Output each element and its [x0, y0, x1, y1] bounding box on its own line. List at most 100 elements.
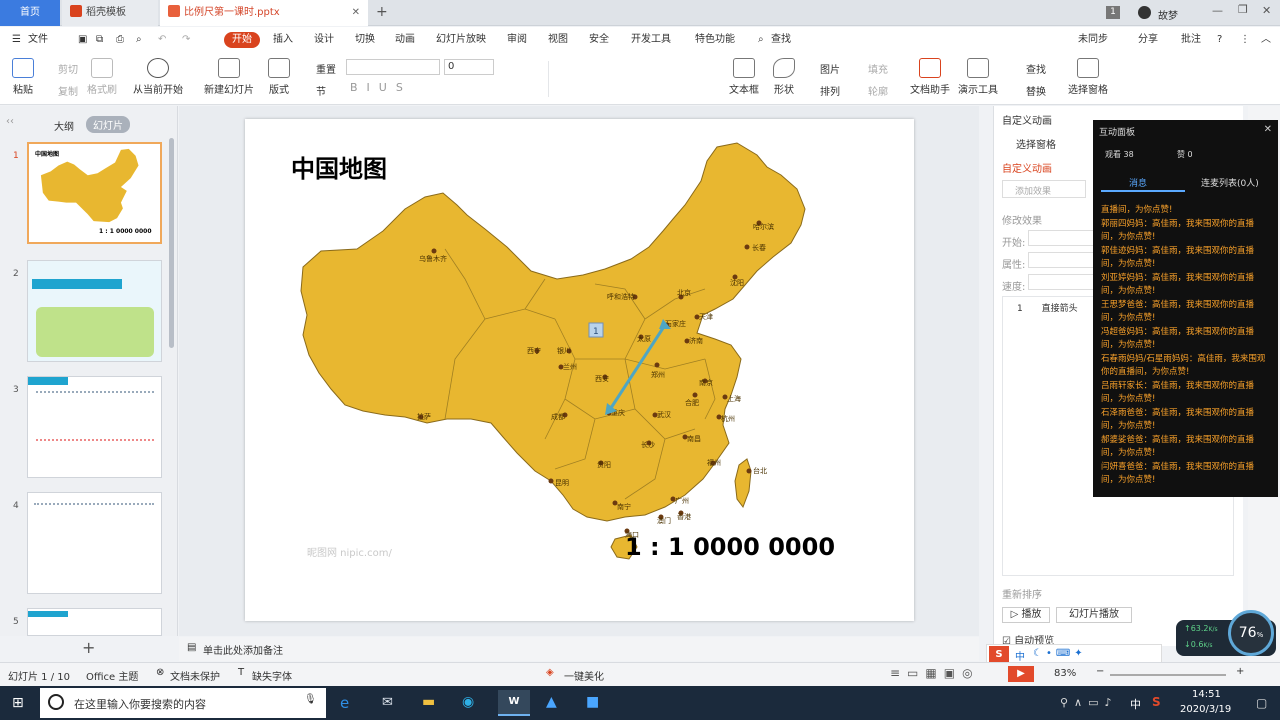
font-size-select[interactable]: 0: [444, 59, 494, 75]
feishu-icon[interactable]: ▲: [546, 694, 557, 710]
tab-document[interactable]: 比例尺第一课时.pptx ✕: [160, 0, 368, 26]
explorer-icon[interactable]: ▬: [422, 694, 435, 710]
shape-button[interactable]: 形状: [769, 58, 799, 96]
reset-button[interactable]: 重置: [316, 61, 336, 76]
view-buttons[interactable]: ≡▭▦▣◎: [890, 666, 980, 680]
doc-helper-button[interactable]: 文档助手: [908, 58, 952, 96]
browser-icon[interactable]: ◉: [462, 694, 474, 710]
menu-item-transition[interactable]: 切换: [355, 32, 375, 48]
sync-status[interactable]: 未同步: [1078, 32, 1108, 48]
play-slideshow-button[interactable]: ▶: [1008, 666, 1034, 682]
zoom-slider[interactable]: [1110, 674, 1226, 676]
search-icon[interactable]: ⌕: [758, 32, 764, 48]
user-name[interactable]: 故梦: [1158, 7, 1178, 22]
replace-button[interactable]: 替换: [1026, 83, 1046, 98]
taskbar-search-box[interactable]: 在这里输入你要搜索的内容 🎙: [40, 688, 326, 718]
add-effect-button[interactable]: 添加效果: [1002, 180, 1086, 198]
cut-button[interactable]: 剪切: [58, 61, 78, 76]
layout-button[interactable]: 版式: [264, 58, 294, 96]
arrange-button[interactable]: 排列: [820, 83, 840, 98]
protect-status[interactable]: 文档未保护: [170, 668, 220, 683]
share-button[interactable]: 分享: [1138, 32, 1158, 48]
zoom-out-icon[interactable]: −: [1096, 666, 1104, 677]
speed-select[interactable]: [1028, 274, 1098, 290]
slide-thumbnail-2[interactable]: [27, 260, 162, 362]
tab-messages[interactable]: 消息: [1129, 176, 1147, 189]
present-tool-button[interactable]: 演示工具: [956, 58, 1000, 96]
menu-item-view[interactable]: 视图: [548, 32, 568, 48]
app-icon[interactable]: ■: [586, 694, 599, 710]
collapse-ribbon-icon[interactable]: ︿: [1261, 32, 1271, 48]
edge-icon[interactable]: e: [340, 694, 349, 712]
help-icon[interactable]: ?: [1217, 32, 1222, 48]
tray-ime[interactable]: 中: [1130, 696, 1141, 712]
menu-item-security[interactable]: 安全: [589, 32, 609, 48]
save-icon[interactable]: ▣: [78, 32, 87, 48]
export-icon[interactable]: ⧉: [96, 32, 103, 48]
restore-icon[interactable]: ❐: [1238, 3, 1248, 16]
zoom-in-icon[interactable]: +: [1236, 666, 1244, 677]
windows-start-icon[interactable]: ⊞: [12, 695, 24, 711]
paste-button[interactable]: 粘贴: [8, 58, 38, 96]
play-from-current-button[interactable]: 从当前开始: [128, 58, 188, 96]
slide-canvas[interactable]: 中国地图 乌鲁木齐 哈尔滨 长春 沈阳 呼和浩特 北京 天津 石家庄 太原 济南…: [245, 119, 914, 621]
selection-pane-button[interactable]: 选择窗格: [1064, 58, 1112, 96]
play-button[interactable]: ▷ 播放: [1002, 607, 1050, 623]
menu-item-design[interactable]: 设计: [314, 32, 334, 48]
redo-icon[interactable]: ↷: [182, 32, 190, 48]
scale-label[interactable]: 1 : 1 0000 0000: [625, 533, 835, 561]
new-slide-button[interactable]: 新建幻灯片: [198, 58, 260, 96]
print-icon[interactable]: ⎙: [116, 32, 124, 48]
clock-time[interactable]: 14:51: [1192, 689, 1221, 700]
section-button[interactable]: 节: [316, 83, 326, 98]
notes-area[interactable]: ▤ 单击此处添加备注: [179, 637, 979, 661]
copy-button[interactable]: 复制: [58, 83, 78, 98]
menu-item-features[interactable]: 特色功能: [695, 32, 735, 48]
menu-search[interactable]: 查找: [771, 32, 791, 48]
tab-template[interactable]: 稻壳模板: [62, 0, 158, 26]
wps-taskbar-icon[interactable]: W: [498, 690, 530, 716]
missing-font[interactable]: 缺失字体: [252, 668, 292, 683]
tab-home[interactable]: 首页: [0, 0, 60, 26]
format-painter-button[interactable]: 格式刷: [84, 58, 120, 96]
menu-item-insert[interactable]: 插入: [273, 32, 293, 48]
scrollbar[interactable]: [169, 138, 174, 348]
zoom-level[interactable]: 83%: [1054, 668, 1076, 679]
avatar[interactable]: [1138, 6, 1151, 19]
property-select[interactable]: [1028, 252, 1098, 268]
menu-item-review[interactable]: 审阅: [507, 32, 527, 48]
mic-icon[interactable]: 🎙: [304, 694, 317, 705]
textbox-button[interactable]: 文本框: [726, 58, 762, 96]
undo-icon[interactable]: ↶: [158, 32, 166, 48]
ime-chinese[interactable]: 中: [1015, 648, 1025, 663]
start-select[interactable]: [1028, 230, 1098, 246]
add-slide-button[interactable]: +: [82, 638, 95, 657]
menu-item-devtools[interactable]: 开发工具: [631, 32, 671, 48]
mail-icon[interactable]: ✉: [382, 695, 393, 710]
menu-item-home[interactable]: 开始: [224, 32, 260, 48]
tab-slides[interactable]: 幻灯片: [86, 116, 130, 133]
theme-name[interactable]: Office 主题: [86, 668, 138, 683]
menu-item-slideshow[interactable]: 幻灯片放映: [436, 32, 486, 48]
new-tab-button[interactable]: +: [376, 4, 388, 20]
panel-close-icon[interactable]: ✕: [1264, 124, 1272, 135]
font-name-select[interactable]: [346, 59, 440, 75]
fill-button[interactable]: 填充: [868, 61, 888, 76]
tab-outline[interactable]: 大纲: [54, 118, 74, 133]
tab-mic-list[interactable]: 连麦列表(0人): [1201, 176, 1259, 189]
slideshow-play-button[interactable]: 幻灯片播放: [1056, 607, 1132, 623]
clock-date[interactable]: 2020/3/19: [1180, 704, 1231, 715]
collapse-pane-icon[interactable]: ‹‹: [6, 116, 14, 127]
animation-item[interactable]: 1 直接箭头: [1017, 301, 1078, 314]
hamburger-icon[interactable]: ☰: [12, 32, 21, 48]
slide-thumbnail-4[interactable]: [27, 492, 162, 594]
slide-thumbnail-3[interactable]: [27, 376, 162, 478]
close-tab-icon[interactable]: ✕: [352, 0, 360, 26]
minimize-icon[interactable]: —: [1212, 4, 1223, 17]
find-button[interactable]: 查找: [1026, 61, 1046, 76]
menu-item-animation[interactable]: 动画: [395, 32, 415, 48]
notification-icon[interactable]: ▢: [1256, 696, 1267, 710]
beautify-button[interactable]: 一键美化: [564, 668, 604, 683]
picture-button[interactable]: 图片: [820, 61, 840, 76]
outline-button[interactable]: 轮廓: [868, 83, 888, 98]
